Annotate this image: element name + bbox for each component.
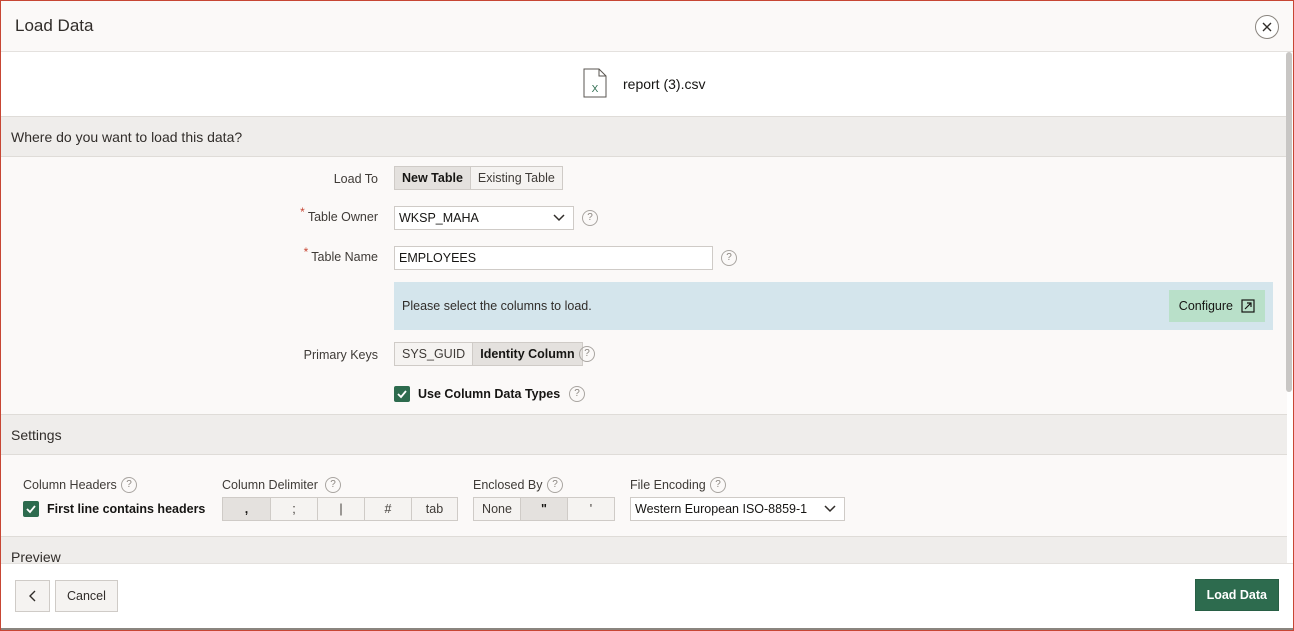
primary-keys-sys-guid-option[interactable]: SYS_GUID (395, 343, 474, 365)
table-owner-value: WKSP_MAHA (399, 211, 479, 225)
close-icon (1262, 22, 1272, 32)
enclosed-by-label: Enclosed By (473, 478, 543, 492)
required-marker: * (303, 245, 309, 259)
configure-label: Configure (1178, 299, 1233, 313)
dialog-title: Load Data (15, 16, 94, 35)
table-name-help-icon[interactable]: ? (721, 250, 737, 266)
load-to-existing-table-option[interactable]: Existing Table (471, 167, 562, 189)
file-encoding-label: File Encoding (630, 478, 706, 492)
delimiter-comma-option[interactable]: , (223, 498, 271, 520)
column-headers-help-icon[interactable]: ? (121, 477, 137, 493)
first-line-headers-checkbox[interactable] (23, 501, 39, 517)
dialog-title-bar: Load Data (1, 1, 1293, 52)
primary-keys-label: Primary Keys (303, 348, 378, 362)
excel-file-icon: X (583, 68, 607, 98)
enclosed-none-option[interactable]: None (474, 498, 521, 520)
info-message: Please select the columns to load. (402, 299, 592, 313)
load-to-label: Load To (333, 172, 378, 186)
file-encoding-select[interactable]: Western European ISO-8859-1 (630, 497, 845, 521)
cancel-button[interactable]: Cancel (55, 580, 118, 612)
table-owner-label: * Table Owner (261, 205, 378, 224)
settings-panel: Column Headers ? First line contains hea… (1, 455, 1287, 537)
load-to-new-table-option[interactable]: New Table (395, 167, 471, 189)
column-selection-info-box: Please select the columns to load. Confi… (394, 282, 1273, 330)
load-to-toggle: New Table Existing Table (394, 166, 563, 190)
load-destination-section-header: Where do you want to load this data? (1, 116, 1287, 157)
checkmark-icon (26, 505, 36, 514)
delimiter-pipe-option[interactable]: | (318, 498, 365, 520)
file-encoding-value: Western European ISO-8859-1 (635, 502, 808, 516)
delimiter-semicolon-option[interactable]: ; (271, 498, 318, 520)
load-data-button[interactable]: Load Data (1194, 579, 1279, 611)
table-owner-help-icon[interactable]: ? (582, 210, 598, 226)
table-owner-label-text: Table Owner (307, 210, 378, 224)
dialog-content: X report (3).csv Where do you want to lo… (1, 52, 1287, 563)
column-delimiter-toggle: , ; | # tab (222, 497, 458, 521)
back-button[interactable] (15, 580, 50, 612)
enclosed-single-quote-option[interactable]: ' (568, 498, 614, 520)
enclosed-double-quote-option[interactable]: " (521, 498, 568, 520)
delimiter-tab-option[interactable]: tab (412, 498, 457, 520)
settings-section-header: Settings (1, 414, 1287, 455)
column-delimiter-label: Column Delimiter (222, 478, 318, 492)
enclosed-by-toggle: None " ' (473, 497, 615, 521)
chevron-left-icon (28, 590, 35, 602)
configure-button[interactable]: Configure (1168, 290, 1265, 322)
use-column-data-types-label: Use Column Data Types (418, 387, 561, 401)
dialog-footer: Cancel Load Data (1, 563, 1293, 630)
column-delimiter-help-icon[interactable]: ? (325, 477, 341, 493)
table-name-label: * Table Name (261, 245, 378, 264)
file-encoding-help-icon[interactable]: ? (710, 477, 726, 493)
column-headers-label: Column Headers (23, 478, 117, 492)
close-button[interactable] (1255, 15, 1279, 39)
table-owner-select[interactable]: WKSP_MAHA (394, 206, 574, 230)
table-name-label-text: Table Name (311, 250, 378, 264)
primary-keys-identity-column-option[interactable]: Identity Column (473, 343, 582, 365)
preview-section-header: Preview (1, 536, 1287, 563)
delimiter-hash-option[interactable]: # (365, 498, 412, 520)
file-summary: X report (3).csv (1, 52, 1287, 116)
enclosed-by-help-icon[interactable]: ? (547, 477, 563, 493)
primary-keys-help-icon[interactable]: ? (579, 346, 595, 362)
open-dialog-icon (1241, 299, 1255, 313)
required-marker: * (300, 205, 305, 219)
checkmark-icon (397, 390, 407, 399)
chevron-down-icon (824, 505, 836, 513)
primary-keys-toggle: SYS_GUID Identity Column (394, 342, 583, 366)
table-name-input[interactable]: EMPLOYEES (394, 246, 713, 270)
use-column-data-types-checkbox[interactable] (394, 386, 410, 402)
load-data-dialog: Load Data X report (3).csv Where do you … (0, 0, 1294, 631)
first-line-headers-label: First line contains headers (47, 502, 206, 516)
content-scrollbar[interactable] (1286, 52, 1292, 392)
chevron-down-icon (553, 214, 565, 222)
svg-text:X: X (592, 84, 599, 95)
use-column-data-types-help-icon[interactable]: ? (569, 386, 585, 402)
file-name: report (3).csv (623, 76, 706, 92)
